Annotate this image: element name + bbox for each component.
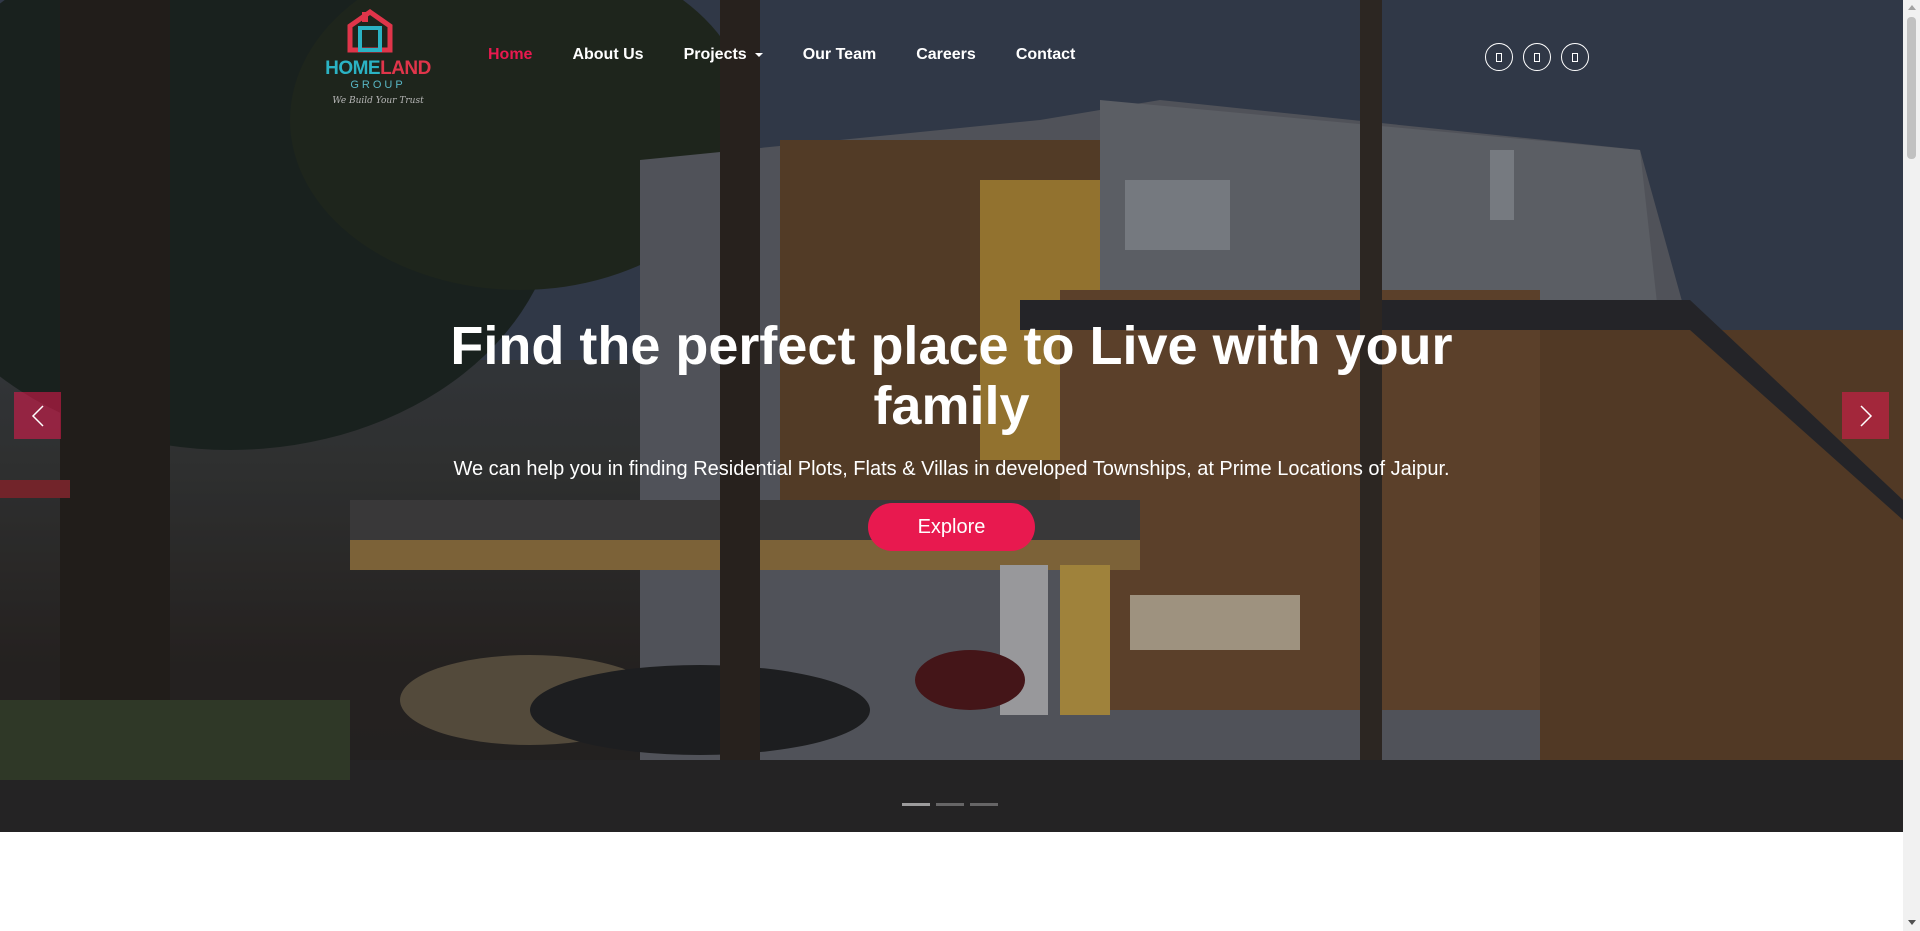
explore-button[interactable]: Explore — [868, 503, 1035, 551]
hero-carousel: HOMELAND GROUP We Build Your Trust Home … — [0, 0, 1903, 832]
social-links — [1485, 43, 1589, 71]
main-nav: Home About Us Projects Our Team Careers … — [488, 46, 1115, 64]
social-button-1[interactable] — [1485, 43, 1513, 71]
logo-wordmark: HOMELAND — [325, 58, 431, 79]
social-button-3[interactable] — [1561, 43, 1589, 71]
caret-down-icon — [754, 53, 763, 57]
hero-subtitle: We can help you in finding Residential P… — [453, 458, 1450, 480]
social-icon — [1496, 52, 1502, 62]
page-scrollbar[interactable] — [1903, 0, 1920, 931]
social-icon — [1534, 52, 1540, 62]
carousel-indicator-1[interactable] — [902, 803, 930, 806]
hero-title: Find the perfect place to Live with your… — [450, 316, 1453, 436]
logo-subtitle: GROUP — [350, 79, 406, 91]
carousel-indicator-3[interactable] — [970, 803, 998, 806]
scroll-thumb[interactable] — [1907, 17, 1916, 159]
scroll-down-arrow-icon[interactable] — [1908, 920, 1916, 925]
logo-tagline: We Build Your Trust — [332, 96, 424, 106]
nav-contact[interactable]: Contact — [1016, 46, 1076, 64]
brand-logo[interactable]: HOMELAND GROUP We Build Your Trust — [322, 8, 434, 110]
nav-our-team[interactable]: Our Team — [803, 46, 877, 64]
logo-house-icon — [347, 8, 393, 53]
nav-home[interactable]: Home — [488, 46, 532, 64]
nav-projects-label: Projects — [683, 46, 747, 63]
carousel-next-button[interactable] — [1842, 392, 1889, 439]
carousel-indicators — [902, 803, 998, 806]
nav-about-us[interactable]: About Us — [572, 46, 643, 64]
nav-projects[interactable]: Projects — [684, 46, 763, 64]
chevron-left-icon — [31, 404, 44, 427]
social-icon — [1572, 52, 1578, 62]
carousel-indicator-2[interactable] — [936, 803, 964, 806]
chevron-right-icon — [1859, 404, 1872, 427]
social-button-2[interactable] — [1523, 43, 1551, 71]
carousel-prev-button[interactable] — [14, 392, 61, 439]
nav-careers[interactable]: Careers — [916, 46, 976, 64]
scroll-up-arrow-icon[interactable] — [1908, 5, 1916, 10]
